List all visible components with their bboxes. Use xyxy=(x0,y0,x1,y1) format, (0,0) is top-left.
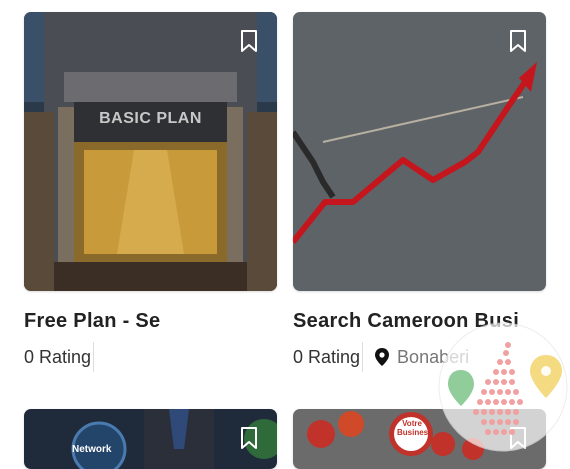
listing-image-3[interactable]: Network xyxy=(24,409,277,469)
bookmark-icon[interactable] xyxy=(238,426,260,450)
image-sign-text: BASIC PLAN xyxy=(99,110,202,127)
bookmark-icon[interactable] xyxy=(507,29,529,53)
bookmark-icon[interactable] xyxy=(238,29,260,53)
rating-text: 0 Rating xyxy=(24,346,92,367)
image-label-text: Network xyxy=(72,444,112,455)
listing-image-2[interactable] xyxy=(293,12,546,291)
basic-plan-storefront-image xyxy=(24,12,277,291)
listing-meta: 0 Rating xyxy=(24,342,106,372)
meta-divider xyxy=(362,342,364,372)
listing-image-1[interactable]: BASIC PLAN xyxy=(24,12,277,291)
rating-text: 0 Rating xyxy=(293,346,361,367)
image-label-text: Votre Business xyxy=(397,419,433,437)
map-overlay-graphic xyxy=(438,322,568,452)
meta-divider xyxy=(93,342,95,372)
map-pin-icon xyxy=(375,348,390,366)
growth-arrow-image xyxy=(293,12,546,291)
listing-title[interactable]: Free Plan - Se xyxy=(24,310,277,333)
